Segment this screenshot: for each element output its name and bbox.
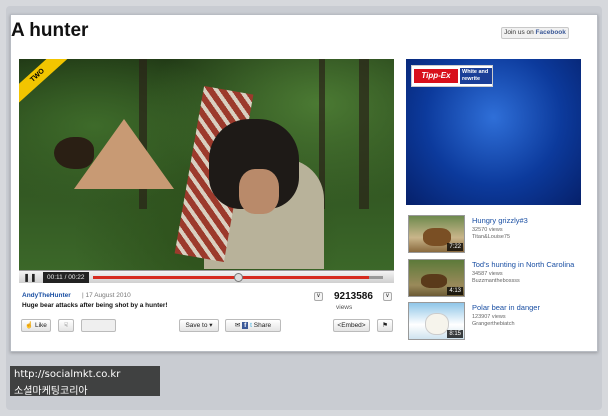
related-views: 123907 views [472,314,506,320]
video-player[interactable]: TWO ❚❚ 00:11 / 00:22 [19,59,394,283]
video-controls: ❚❚ 00:11 / 00:22 [19,270,394,283]
pause-icon: ❚❚ [23,273,37,282]
like-label: Like [34,322,47,329]
seek-bar[interactable] [93,273,383,282]
date-separator: | [82,292,84,299]
related-views: 34587 views [472,271,503,277]
share-button[interactable]: ✉ f t Share [225,319,281,332]
expand-stats-button[interactable]: ∨ [383,292,392,301]
twitter-icon: t [250,322,252,329]
flag-icon: ⚑ [382,322,388,329]
duration: 00:22 [68,274,85,281]
dislike-button[interactable]: ☟ [58,319,74,332]
dropdown-arrow-icon: ▾ [209,322,213,329]
like-button[interactable]: ☝ Like [21,319,51,332]
chevron-down-icon: ∨ [385,293,390,299]
views-label: views [336,304,353,311]
related-author[interactable]: Titan&Louise75 [472,234,510,240]
chevron-down-icon: ∨ [316,293,321,299]
thumbs-down-icon: ☟ [64,322,68,329]
ad-brand: Tipp-Ex [414,69,458,83]
facebook-icon: f [242,322,249,329]
seek-bar-played [93,276,369,279]
pause-button[interactable]: ❚❚ [22,272,38,283]
seek-handle[interactable] [234,273,243,282]
embed-button[interactable]: <Embed> [333,319,370,332]
bear [54,137,94,169]
related-video[interactable]: 8:15 Polar bear in danger 123907 views G… [406,302,581,340]
advertisement[interactable]: Tipp-Ex White and rewrite [406,59,581,205]
related-duration: 4:13 [447,287,463,295]
video-description: Huge bear attacks after being shot by a … [22,302,168,309]
expand-info-button[interactable]: ∨ [314,292,323,301]
ad-tagline: White and rewrite [460,68,492,84]
video-time: 00:11 / 00:22 [43,272,89,283]
uploader-link[interactable]: AndyTheHunter [22,292,71,299]
rating-placeholder [81,319,116,332]
hunter-face [239,169,279,214]
related-thumbnail[interactable]: 4:13 [408,259,465,297]
related-video[interactable]: 7:22 Hungry grizzly#3 32570 views Titan&… [406,215,581,253]
facebook-button-prefix: Join us on [504,29,536,36]
flag-button[interactable]: ⚑ [377,319,393,332]
current-time: 00:11 [47,274,63,281]
related-title[interactable]: Polar bear in danger [472,303,540,312]
view-count: 9213586 [334,291,373,302]
related-thumbnail[interactable]: 8:15 [408,302,465,340]
join-facebook-button[interactable]: Join us on Facebook [501,27,569,39]
share-label: Share [253,322,272,329]
upload-date: | 17 August 2010 [82,292,131,299]
related-title[interactable]: Hungry grizzly#3 [472,216,528,225]
upload-date-text: 17 August 2010 [85,292,131,299]
watermark: http://socialmkt.co.kr 소셜마케팅코리아 [10,366,160,397]
save-to-label: Save to [185,322,208,329]
ad-logo: Tipp-Ex White and rewrite [411,65,493,87]
save-to-button[interactable]: Save to ▾ [179,319,219,332]
related-views: 32570 views [472,227,503,233]
related-duration: 7:22 [447,243,463,251]
related-thumbnail[interactable]: 7:22 [408,215,465,253]
thumbs-up-icon: ☝ [25,322,34,329]
watermark-name: 소셜마케팅코리아 [14,386,88,397]
watermark-url: http://socialmkt.co.kr [14,369,121,380]
related-video[interactable]: 4:13 Tod's hunting in North Carolina 345… [406,259,581,297]
related-duration: 8:15 [447,330,463,338]
related-title[interactable]: Tod's hunting in North Carolina [472,260,574,269]
facebook-button-brand: Facebook [535,29,566,36]
email-icon: ✉ [234,322,241,329]
related-author[interactable]: Buzzmanthebossss [472,278,520,284]
page-title: A hunter [11,20,89,41]
related-author[interactable]: Grangerthebiatch [472,321,515,327]
